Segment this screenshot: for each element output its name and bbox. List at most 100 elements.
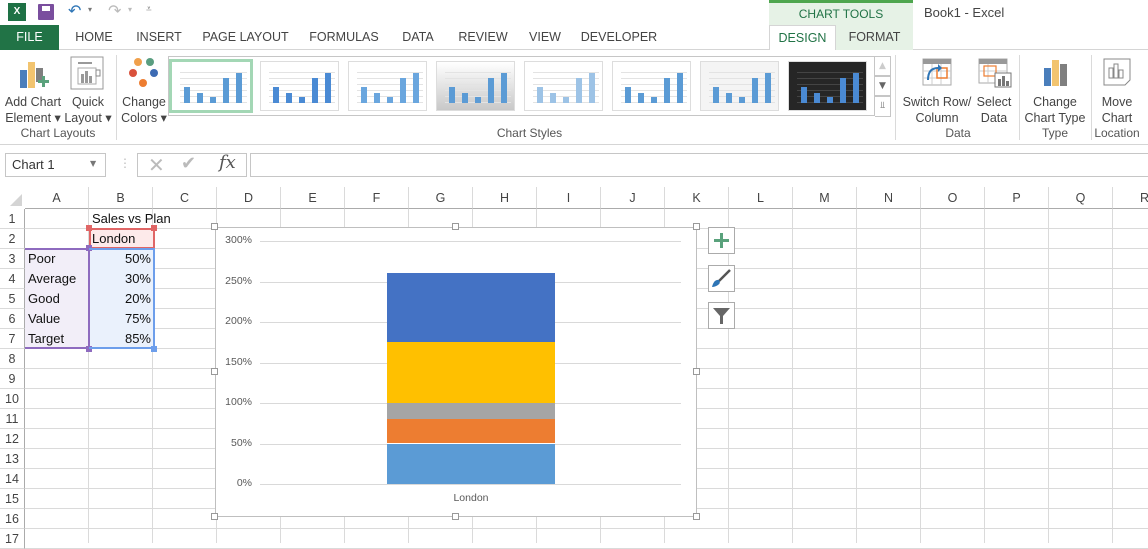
bar-segment-poor[interactable] bbox=[387, 443, 555, 484]
chart-area[interactable]: 0% 50% 100% 150% 200% 250% 300% London bbox=[215, 227, 697, 517]
row-header-14[interactable]: 14 bbox=[0, 469, 25, 489]
formula-input[interactable] bbox=[250, 153, 1148, 177]
row-header-10[interactable]: 10 bbox=[0, 389, 25, 409]
row-header-5[interactable]: 5 bbox=[0, 289, 25, 309]
enter-icon[interactable]: ✔ bbox=[181, 153, 196, 174]
quick-layout-button[interactable]: Quick Layout ▾ bbox=[64, 54, 112, 125]
column-header-E[interactable]: E bbox=[281, 187, 345, 209]
range-handle[interactable] bbox=[151, 346, 157, 352]
tab-data[interactable]: DATA bbox=[394, 25, 442, 50]
resize-handle-top[interactable] bbox=[452, 223, 459, 230]
column-header-N[interactable]: N bbox=[857, 187, 921, 209]
column-header-P[interactable]: P bbox=[985, 187, 1049, 209]
tab-file[interactable]: FILE bbox=[0, 25, 59, 50]
resize-handle-right[interactable] bbox=[693, 368, 700, 375]
bar-segment-value[interactable] bbox=[387, 342, 555, 403]
row-header-9[interactable]: 9 bbox=[0, 369, 25, 389]
tab-view[interactable]: VIEW bbox=[523, 25, 567, 50]
column-header-K[interactable]: K bbox=[665, 187, 729, 209]
excel-icon: X bbox=[8, 3, 26, 21]
chart-style-6[interactable] bbox=[612, 61, 691, 111]
tab-developer[interactable]: DEVELOPER bbox=[578, 25, 660, 50]
column-header-M[interactable]: M bbox=[793, 187, 857, 209]
switch-row-column-button[interactable]: Switch Row/ Column bbox=[900, 54, 974, 125]
gallery-scroll-down-button[interactable]: ▼ bbox=[875, 76, 891, 96]
select-all-button[interactable] bbox=[0, 187, 25, 209]
chart-style-7[interactable] bbox=[700, 61, 779, 111]
tab-design[interactable]: DESIGN bbox=[769, 25, 836, 51]
bar-segment-good[interactable] bbox=[387, 403, 555, 420]
tab-home[interactable]: HOME bbox=[64, 25, 124, 50]
row-header-1[interactable]: 1 bbox=[0, 209, 25, 229]
change-colors-button[interactable]: Change Colors ▾ bbox=[120, 54, 168, 125]
chart-style-2[interactable] bbox=[260, 61, 339, 111]
column-header-O[interactable]: O bbox=[921, 187, 985, 209]
resize-handle-bottom[interactable] bbox=[452, 513, 459, 520]
chart-style-1[interactable] bbox=[169, 59, 253, 113]
chart-styles-button[interactable] bbox=[708, 265, 735, 292]
formula-bar-grip-icon[interactable]: ⋮ bbox=[119, 156, 131, 170]
row-header-4[interactable]: 4 bbox=[0, 269, 25, 289]
tab-format[interactable]: FORMAT bbox=[836, 25, 913, 50]
tab-insert[interactable]: INSERT bbox=[130, 25, 188, 50]
save-icon[interactable] bbox=[38, 4, 54, 20]
tab-review[interactable]: REVIEW bbox=[454, 25, 512, 50]
row-header-8[interactable]: 8 bbox=[0, 349, 25, 369]
row-header-11[interactable]: 11 bbox=[0, 409, 25, 429]
chart-style-4[interactable] bbox=[436, 61, 515, 111]
row-header-13[interactable]: 13 bbox=[0, 449, 25, 469]
column-header-H[interactable]: H bbox=[473, 187, 537, 209]
bar-segment-target[interactable] bbox=[387, 273, 555, 343]
column-header-B[interactable]: B bbox=[89, 187, 153, 209]
column-header-F[interactable]: F bbox=[345, 187, 409, 209]
row-header-7[interactable]: 7 bbox=[0, 329, 25, 349]
bar-segment-average[interactable] bbox=[387, 419, 555, 444]
cell-B1[interactable]: Sales vs Plan bbox=[89, 209, 174, 229]
resize-handle-bottom-left[interactable] bbox=[211, 513, 218, 520]
column-header-R[interactable]: R bbox=[1113, 187, 1148, 209]
resize-handle-bottom-right[interactable] bbox=[693, 513, 700, 520]
insert-function-icon[interactable]: fx bbox=[219, 152, 236, 173]
row-header-3[interactable]: 3 bbox=[0, 249, 25, 269]
column-header-L[interactable]: L bbox=[729, 187, 793, 209]
row-header-17[interactable]: 17 bbox=[0, 529, 25, 549]
resize-handle-left[interactable] bbox=[211, 368, 218, 375]
cancel-icon[interactable]: ✕ bbox=[148, 153, 165, 177]
chart-style-3[interactable] bbox=[348, 61, 427, 111]
row-header-15[interactable]: 15 bbox=[0, 489, 25, 509]
resize-handle-top-left[interactable] bbox=[211, 223, 218, 230]
row-header-16[interactable]: 16 bbox=[0, 509, 25, 529]
chart-elements-button[interactable] bbox=[708, 227, 735, 254]
tab-page-layout[interactable]: PAGE LAYOUT bbox=[198, 25, 293, 50]
redo-dropdown-icon[interactable]: ▾ bbox=[128, 5, 132, 14]
row-header-6[interactable]: 6 bbox=[0, 309, 25, 329]
undo-dropdown-icon[interactable]: ▾ bbox=[88, 5, 92, 14]
row-header-2[interactable]: 2 bbox=[0, 229, 25, 249]
gallery-more-button[interactable]: ⫫ bbox=[875, 96, 891, 117]
tab-formulas[interactable]: FORMULAS bbox=[304, 25, 384, 50]
chart-style-8[interactable] bbox=[788, 61, 867, 111]
column-header-Q[interactable]: Q bbox=[1049, 187, 1113, 209]
resize-handle-top-right[interactable] bbox=[693, 223, 700, 230]
plot-area[interactable]: 0% 50% 100% 150% 200% 250% 300% London bbox=[216, 228, 698, 518]
column-header-I[interactable]: I bbox=[537, 187, 601, 209]
range-handle[interactable] bbox=[86, 225, 92, 231]
range-handle[interactable] bbox=[151, 225, 157, 231]
change-chart-type-button[interactable]: Change Chart Type bbox=[1022, 54, 1088, 125]
chart-filters-button[interactable] bbox=[708, 302, 735, 329]
column-header-D[interactable]: D bbox=[217, 187, 281, 209]
column-header-A[interactable]: A bbox=[25, 187, 89, 209]
column-header-G[interactable]: G bbox=[409, 187, 473, 209]
chart-style-5[interactable] bbox=[524, 61, 603, 111]
customize-qat-icon[interactable]: ⩡ bbox=[146, 4, 152, 15]
gallery-scroll-up-button[interactable]: ▲ bbox=[875, 56, 891, 76]
row-header-12[interactable]: 12 bbox=[0, 429, 25, 449]
column-header-J[interactable]: J bbox=[601, 187, 665, 209]
add-chart-element-button[interactable]: Add Chart Element ▾ bbox=[4, 54, 62, 125]
column-header-C[interactable]: C bbox=[153, 187, 217, 209]
redo-icon[interactable]: ↷ bbox=[108, 1, 121, 20]
move-chart-button[interactable]: Move Chart bbox=[1093, 54, 1141, 125]
select-data-button[interactable]: Select Data bbox=[974, 54, 1014, 125]
name-box-dropdown-icon[interactable]: ▼ bbox=[90, 159, 96, 168]
undo-icon[interactable]: ↶ bbox=[68, 1, 81, 20]
